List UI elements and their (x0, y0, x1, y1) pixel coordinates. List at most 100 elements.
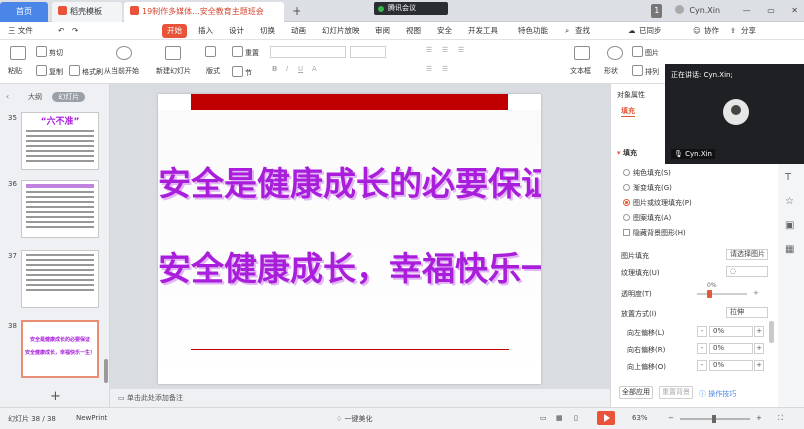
menu-search[interactable]: 查找 (575, 24, 590, 38)
text-tool-icon[interactable]: T (785, 172, 791, 183)
shape-button[interactable]: 形状 (604, 66, 618, 76)
slide-heading-line-2[interactable]: 安全健康成长，幸福快乐一生！ (158, 242, 541, 290)
maximize-icon[interactable]: ▭ (767, 6, 775, 15)
fit-window-icon[interactable]: ⛶ (778, 414, 783, 423)
option-pattern-fill[interactable]: 图案填充(A) (623, 213, 671, 223)
menu-design[interactable]: 设计 (229, 24, 244, 38)
page-badge[interactable]: 1 (651, 4, 663, 18)
reset-background-button[interactable]: 重置背景 (659, 386, 693, 399)
italic-icon[interactable]: I (286, 65, 288, 73)
hide-background-checkbox[interactable]: 隐藏背景图形(H) (623, 228, 686, 238)
shape-icon[interactable] (607, 46, 625, 60)
new-tab-button[interactable]: + (286, 3, 300, 19)
cloud-sync-icon[interactable]: ☁ (628, 24, 636, 38)
offset-left-decrement[interactable]: - (697, 326, 707, 337)
tab-home[interactable]: 首页 (0, 2, 48, 22)
slide-heading-line-1[interactable]: 安全是健康成长的必要保证 (158, 157, 541, 205)
new-slide-icon[interactable] (165, 46, 183, 60)
align-left-icon[interactable]: ☰ (426, 46, 432, 54)
zoom-level[interactable]: 63% (632, 414, 648, 422)
layout-button[interactable]: 版式 (206, 66, 220, 76)
transparency-slider-knob[interactable] (707, 290, 712, 298)
format-painter-button[interactable]: 格式刷 (69, 65, 103, 77)
notes-bar[interactable]: ▭ 单击此处添加备注 (110, 389, 610, 407)
paste-icon[interactable] (10, 46, 28, 60)
menu-view[interactable]: 视图 (406, 24, 421, 38)
offset-left-input[interactable]: 0% (709, 326, 753, 337)
tab-templates[interactable]: 稻壳模板 (52, 2, 122, 22)
menu-sync[interactable]: 已同步 (639, 24, 662, 38)
underline-icon[interactable]: U (298, 65, 303, 73)
fill-section-header[interactable]: ▾ 填充 (617, 148, 637, 158)
slideshow-play-icon[interactable] (597, 411, 615, 425)
copy-button[interactable]: 复制 (36, 65, 63, 77)
offset-right-increment[interactable]: + (754, 343, 764, 354)
table-tool-icon[interactable]: ▦ (785, 244, 794, 255)
search-icon[interactable]: ⌕ (565, 24, 569, 38)
cut-button[interactable]: 剪切 (36, 46, 63, 58)
placement-select[interactable]: 拉伸 (726, 307, 768, 318)
menu-collab[interactable]: 协作 (704, 24, 719, 38)
slide-thumbnail-37[interactable] (21, 250, 99, 308)
menu-share[interactable]: 分享 (741, 24, 756, 38)
slide-thumbnail-38[interactable]: 安全是健康成长的必要保证 安全健康成长，幸福快乐一生！ (21, 320, 99, 378)
menu-transition[interactable]: 切换 (260, 24, 275, 38)
new-slide-button[interactable]: 新建幻灯片 (156, 66, 191, 76)
tab-outline[interactable]: 大纲 (28, 93, 42, 101)
textbox-button[interactable]: 文本框 (570, 66, 591, 76)
layout-icon[interactable] (205, 46, 218, 57)
share-icon[interactable]: ⇪ (730, 24, 736, 38)
offset-up-input[interactable]: 0% (709, 360, 753, 371)
menu-start[interactable]: 开始 (162, 24, 187, 38)
play-from-current-icon[interactable] (116, 46, 134, 60)
menu-special[interactable]: 特色功能 (518, 24, 548, 38)
option-gradient-fill[interactable]: 渐变填充(G) (623, 183, 672, 193)
textbox-icon[interactable] (574, 46, 592, 60)
font-color-icon[interactable]: A (312, 65, 317, 73)
redo-icon[interactable]: ↷ (72, 24, 78, 38)
offset-up-increment[interactable]: + (754, 360, 764, 371)
meeting-indicator[interactable]: 腾讯会议 (374, 2, 448, 15)
option-picture-fill[interactable]: 图片或纹理填充(P) (623, 198, 692, 208)
apply-all-button[interactable]: 全部应用 (619, 386, 653, 399)
zoom-slider-knob[interactable] (712, 415, 716, 423)
offset-up-decrement[interactable]: - (697, 360, 707, 371)
offset-right-input[interactable]: 0% (709, 343, 753, 354)
panel-scrollbar[interactable] (104, 359, 108, 383)
paste-button[interactable]: 粘贴 (8, 66, 22, 76)
section-button[interactable]: 节 (232, 66, 252, 78)
tab-document[interactable]: 19制作多媒体...安全教育主题班会 (124, 2, 284, 22)
align-right-icon[interactable]: ☰ (458, 46, 464, 54)
zoom-out-icon[interactable]: − (668, 414, 674, 422)
add-slide-button[interactable]: + (50, 389, 61, 404)
reading-view-icon[interactable]: ▯ (574, 414, 578, 422)
zoom-in-icon[interactable]: + (756, 414, 762, 422)
bold-icon[interactable]: B (272, 65, 277, 73)
list-icon[interactable]: ☰ (426, 65, 432, 73)
picture-button[interactable]: 图片 (632, 46, 659, 58)
menu-review[interactable]: 审阅 (375, 24, 390, 38)
user-avatar-icon[interactable] (674, 5, 684, 14)
transparency-add-icon[interactable]: + (753, 289, 759, 297)
menu-devtools[interactable]: 开发工具 (468, 24, 498, 38)
tab-fill[interactable]: 填充 (621, 106, 635, 117)
reset-button[interactable]: 重置 (232, 46, 259, 58)
slide-thumbnail-35[interactable]: “六不准” (21, 112, 99, 170)
panel-scrollbar[interactable] (769, 321, 774, 343)
option-solid-fill[interactable]: 纯色填充(S) (623, 168, 671, 178)
undo-icon[interactable]: ↶ (58, 24, 64, 38)
picture-tool-icon[interactable]: ▣ (785, 220, 794, 231)
offset-right-decrement[interactable]: - (697, 343, 707, 354)
meeting-video-window[interactable]: 正在讲话: Cyn.Xin; 🎙︎ Cyn.Xin (665, 64, 804, 164)
user-name[interactable]: Cyn.Xin (689, 6, 720, 15)
font-size-select[interactable] (350, 46, 386, 58)
menu-insert[interactable]: 插入 (198, 24, 213, 38)
tips-link[interactable]: ⓘ 操作技巧 (699, 389, 736, 399)
slide-thumbnail-36[interactable] (21, 180, 99, 238)
normal-view-icon[interactable]: ▭ (540, 414, 547, 422)
tab-slides[interactable]: 幻灯片 (52, 92, 86, 102)
arrange-button[interactable]: 排列 (632, 65, 659, 77)
close-icon[interactable]: ✕ (791, 6, 798, 15)
shape-tool-icon[interactable]: ☆ (785, 196, 794, 207)
slide-38[interactable]: 安全是健康成长的必要保证 安全健康成长，幸福快乐一生！ (158, 94, 541, 384)
